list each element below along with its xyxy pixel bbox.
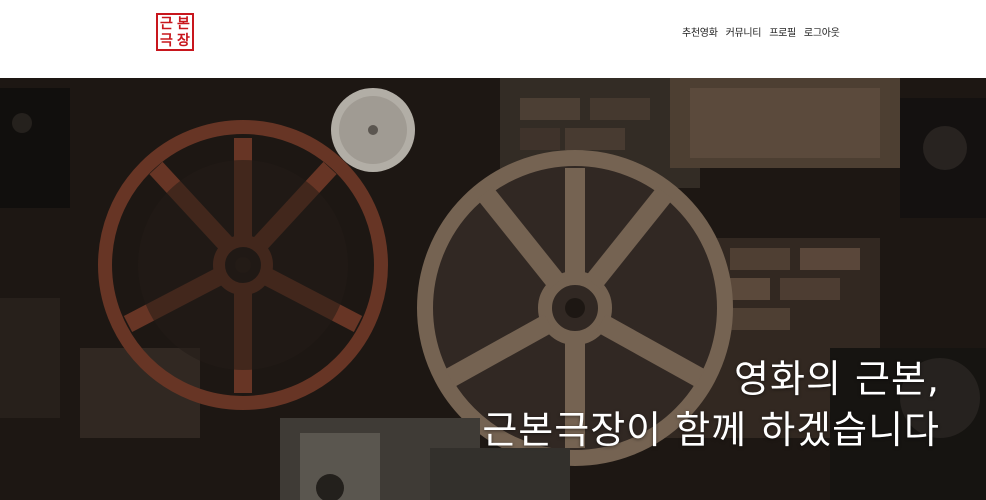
nav-link-profile[interactable]: 프로필	[769, 24, 796, 39]
hero-banner: 영화의 근본, 근본극장이 함께 하겠습니다	[0, 78, 986, 500]
logo-char: 장	[177, 32, 190, 49]
nav-link-recommended-movies[interactable]: 추천영화	[682, 24, 718, 39]
nav-link-logout[interactable]: 로그아웃	[804, 24, 840, 39]
logo-char: 근	[160, 15, 173, 32]
main-nav: 추천영화 커뮤니티 프로필 로그아웃	[682, 24, 840, 39]
hero-headline-line1: 영화의 근본,	[734, 357, 940, 401]
hero-headline-line2: 근본극장이 함께 하겠습니다	[482, 408, 940, 452]
site-logo[interactable]: 근 본 극 장	[156, 13, 194, 51]
logo-char: 본	[177, 15, 190, 32]
hero-headline: 영화의 근본, 근본극장이 함께 하겠습니다	[482, 354, 940, 456]
logo-char: 극	[160, 32, 173, 49]
site-header: 근 본 극 장 추천영화 커뮤니티 프로필 로그아웃	[0, 0, 986, 78]
nav-link-community[interactable]: 커뮤니티	[726, 24, 762, 39]
